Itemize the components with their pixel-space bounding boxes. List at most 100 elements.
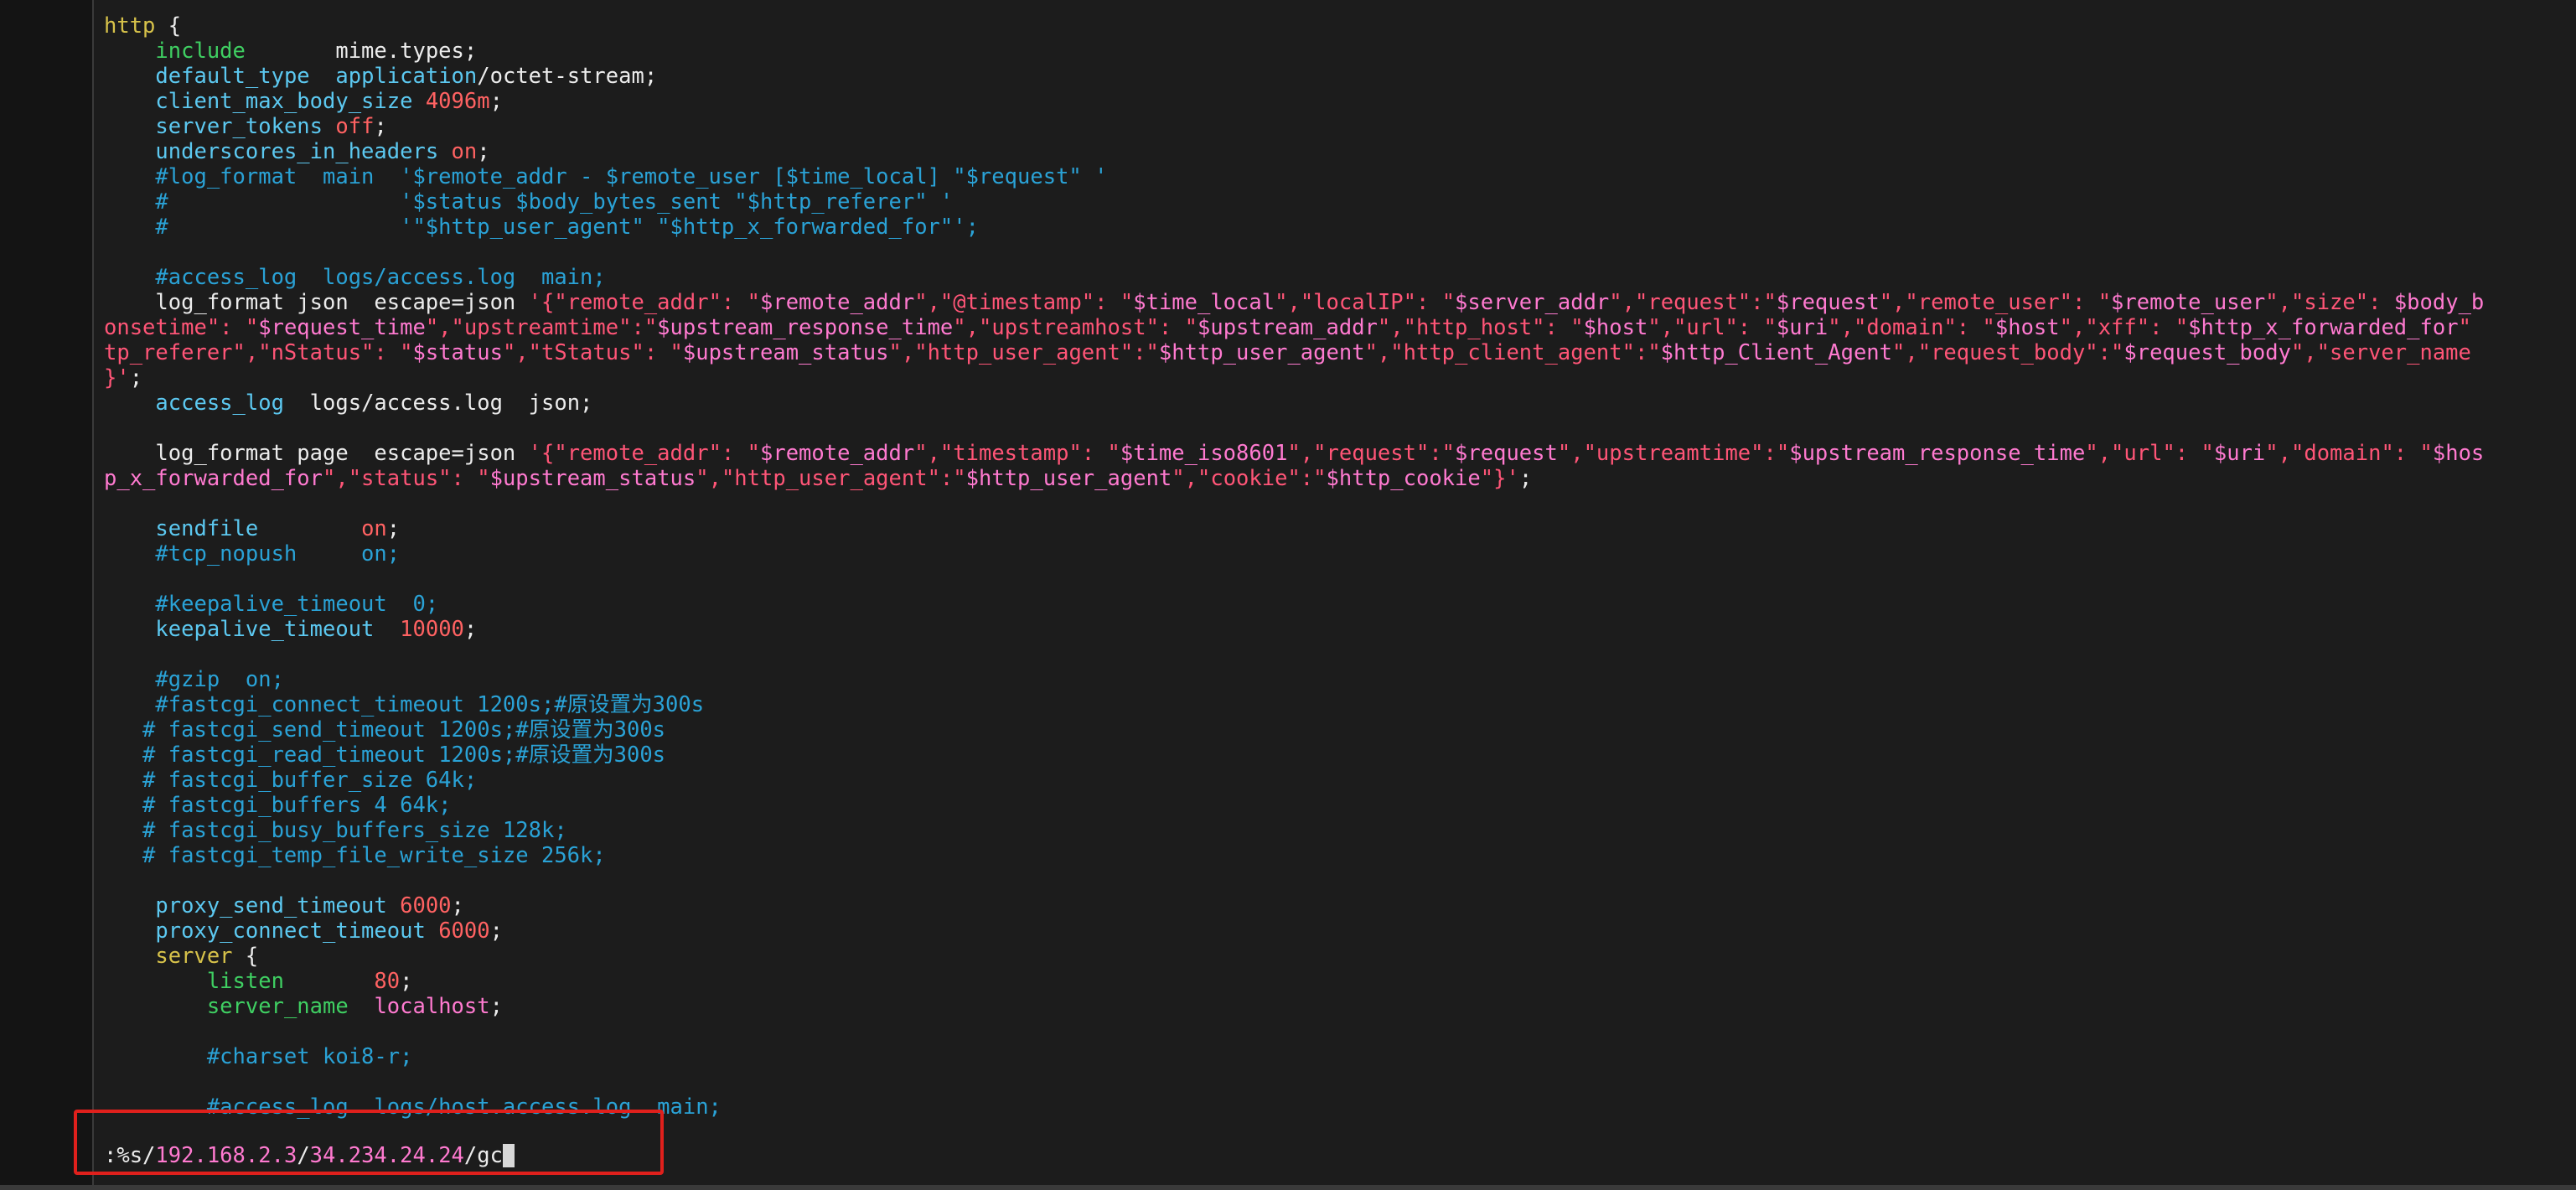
code-token: listen: [206, 969, 284, 994]
code-token: ","request_body":": [1892, 340, 2124, 365]
code-line: # '$status $body_bytes_sent "$http_refer…: [104, 189, 2576, 215]
command-prefix: :%s/: [104, 1143, 156, 1168]
code-token: $upstream_status: [489, 466, 696, 491]
code-line: # fastcgi_temp_file_write_size 256k;: [104, 843, 2576, 868]
code-token: ;: [477, 139, 490, 164]
code-line: listen 80;: [104, 969, 2576, 994]
code-token: ;: [129, 365, 143, 391]
code-line: log_format page escape=json '{"remote_ad…: [104, 441, 2576, 466]
code-token: ","tStatus": ": [502, 340, 683, 365]
code-token: ","upstreamtime":": [1557, 441, 1790, 466]
code-token: onsetime": ": [104, 315, 259, 340]
code-line: include mime.types;: [104, 39, 2576, 64]
code-line: }';: [104, 365, 2576, 391]
code-token: ","domain": ": [2265, 441, 2433, 466]
code-token: ","request":": [1609, 290, 1777, 315]
code-line: server {: [104, 944, 2576, 969]
command-flags: /gc: [463, 1143, 503, 1168]
code-token: $time_local: [1133, 290, 1275, 315]
command-separator: /: [297, 1143, 310, 1168]
code-token: $remote_addr: [759, 441, 915, 466]
code-token: $host: [1994, 315, 2060, 340]
code-line: server_tokens off;: [104, 114, 2576, 139]
code-token: $remote_user: [2111, 290, 2266, 315]
code-token: #keepalive_timeout 0;: [104, 592, 439, 617]
code-token: p_x_forwarded_for: [104, 466, 323, 491]
code-line: # fastcgi_buffer_size 64k;: [104, 768, 2576, 793]
code-editor-area[interactable]: http { include mime.types; default_type …: [104, 13, 2576, 1120]
code-token: $uri: [1776, 315, 1829, 340]
code-token: $upstream_response_time: [657, 315, 954, 340]
code-token: access_log: [155, 391, 284, 416]
replace-pattern: 34.234.24.24: [309, 1143, 464, 1168]
code-token: $host: [1583, 315, 1648, 340]
code-token: 4096m: [425, 89, 490, 114]
code-token: "}': [1480, 466, 1519, 491]
code-line: #tcp_nopush on;: [104, 541, 2576, 567]
code-token: ","http_client_agent":": [1364, 340, 1661, 365]
code-token: $http_user_agent: [965, 466, 1172, 491]
vim-terminal-window[interactable]: http { include mime.types; default_type …: [0, 0, 2576, 1190]
code-token: off: [335, 114, 375, 139]
code-line: proxy_connect_timeout 6000;: [104, 918, 2576, 944]
code-token: $request: [1776, 290, 1880, 315]
code-line: #log_format main '$remote_addr - $remote…: [104, 164, 2576, 189]
code-token: # fastcgi_buffers 4 64k;: [104, 793, 452, 818]
code-token: log_format json escape=json: [104, 290, 529, 315]
code-line: # fastcgi_send_timeout 1200s;#原设置为300s: [104, 717, 2576, 742]
code-line: p_x_forwarded_for","status": "$upstream_…: [104, 466, 2576, 491]
code-token: underscores_in_headers: [155, 139, 439, 164]
code-line: underscores_in_headers on;: [104, 139, 2576, 164]
code-token: ","remote_user": ": [1879, 290, 2112, 315]
code-token: ","xff": ": [2059, 315, 2189, 340]
code-token: 10000: [400, 617, 464, 642]
code-token: # fastcgi_read_timeout 1200s;#原设置为300s: [104, 742, 666, 768]
code-token: ","http_user_agent":": [888, 340, 1159, 365]
code-token: #gzip on;: [104, 667, 284, 692]
code-token: /octet-stream;: [477, 64, 658, 89]
code-token: #access_log logs/access.log main;: [104, 265, 606, 290]
code-line: #fastcgi_connect_timeout 1200s;#原设置为300s: [104, 692, 2576, 717]
code-token: $server_addr: [1455, 290, 1610, 315]
code-token: ","upstreamtime":": [425, 315, 658, 340]
code-line: default_type application/octet-stream;: [104, 64, 2576, 89]
code-token: keepalive_timeout: [155, 617, 375, 642]
code-token: logs/access.log json;: [283, 391, 593, 416]
editor-gutter: [0, 0, 94, 1190]
code-token: {: [155, 13, 182, 39]
code-token: server_name: [206, 994, 349, 1019]
vim-command-line[interactable]: :%s/192.168.2.3/34.234.24.24/gc: [104, 1143, 515, 1168]
code-token: {: [232, 944, 259, 969]
code-token: $http_user_agent: [1158, 340, 1365, 365]
code-token: client_max_body_size: [155, 89, 413, 114]
code-token: $request: [1455, 441, 1558, 466]
code-token: ;: [489, 89, 503, 114]
code-token: http: [104, 13, 156, 39]
code-line: server_name localhost;: [104, 994, 2576, 1019]
code-token: ","localIP": ": [1275, 290, 1456, 315]
code-token: ","domain": ": [1828, 315, 1995, 340]
code-token: $http_Client_Agent: [1660, 340, 1893, 365]
code-token: application: [335, 64, 478, 89]
code-line: proxy_send_timeout 6000;: [104, 893, 2576, 918]
code-token: $status: [412, 340, 503, 365]
code-token: # fastcgi_send_timeout 1200s;#原设置为300s: [104, 717, 666, 742]
code-token: # '$status $body_bytes_sent "$http_refer…: [104, 189, 954, 215]
code-line: #gzip on;: [104, 667, 2576, 692]
code-line: #keepalive_timeout 0;: [104, 592, 2576, 617]
